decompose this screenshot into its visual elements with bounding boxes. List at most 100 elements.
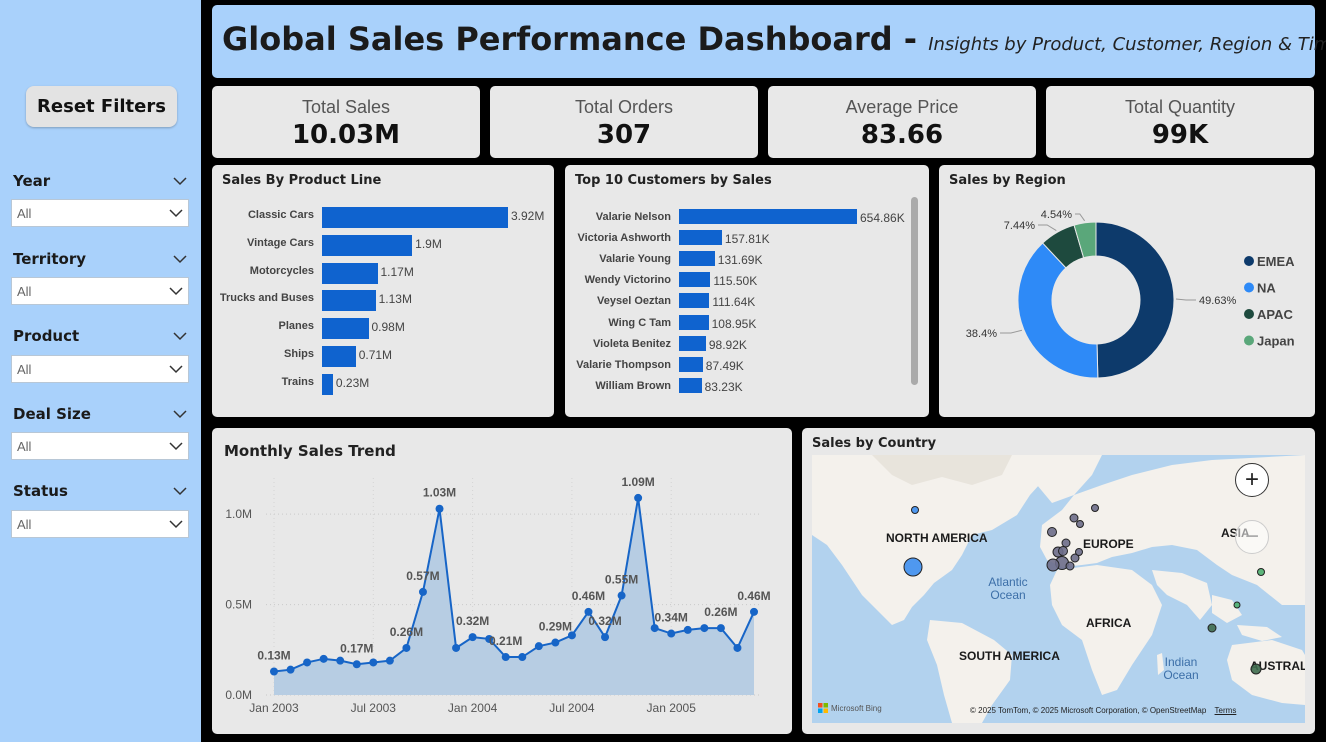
x-tick-label: Jan 2004 [448, 701, 498, 715]
trend-point [700, 624, 709, 633]
chevron-down-icon[interactable] [171, 407, 189, 421]
trend-data-label: 1.03M [423, 486, 456, 500]
filter-label-deal-size: Deal Size [13, 405, 91, 423]
bar-category-label: Veysel Oeztan [597, 295, 671, 308]
country-map-panel: Sales by Country NORTH AMERICA EUROPE AF… [802, 428, 1315, 734]
bar-category-label: Valarie Young [599, 253, 671, 266]
chart-title: Top 10 Customers by Sales [575, 173, 772, 188]
trend-data-label: 0.46M [737, 589, 770, 603]
bar[interactable] [679, 335, 706, 351]
bar-value-label: 0.71M [358, 348, 393, 362]
trend-point [303, 658, 312, 667]
x-tick-label: Jul 2004 [549, 701, 595, 715]
region-chart-panel: Sales by Region 49.63% 38.4% 7.44% 4.54% EME… [939, 165, 1315, 417]
trend-data-label: 0.21M [489, 634, 522, 648]
trend-data-label: 0.26M [390, 625, 423, 639]
bar[interactable] [679, 230, 722, 246]
filter-label-product: Product [13, 327, 80, 345]
bar[interactable] [679, 293, 710, 309]
country-bubble [1233, 601, 1241, 609]
trend-point [683, 625, 692, 634]
bar[interactable] [679, 356, 703, 372]
bar[interactable] [679, 377, 702, 393]
leader-line [1075, 213, 1086, 222]
bar-category-label: Vintage Cars [246, 236, 314, 249]
kpi-value: 99K [1151, 120, 1209, 150]
chart-title: Sales by Country [812, 436, 937, 451]
chevron-down-icon[interactable] [171, 484, 189, 498]
bar[interactable] [322, 234, 413, 256]
trend-data-label: 1.09M [621, 475, 654, 489]
kpi-label: Total Orders [574, 97, 674, 117]
bar-value-label: 654.86K [860, 211, 905, 225]
country-bubble [1257, 568, 1265, 576]
bar-category-label: Valarie Thompson [576, 358, 671, 371]
filter-label-year: Year [13, 172, 51, 190]
bar-value-label: 0.23M [335, 375, 370, 390]
microsoft-logo-icon [818, 703, 828, 713]
deal-size-dropdown[interactable]: All [11, 432, 189, 460]
y-tick-label: 0.0M [225, 688, 252, 702]
reset-filters-button[interactable]: Reset Filters [26, 86, 177, 127]
bar[interactable] [679, 209, 857, 224]
product-line-chart-panel: Sales By Product Line Classic Cars 3.92M V… [212, 165, 554, 417]
trend-point [402, 643, 411, 652]
slice-value-label: 4.54% [1041, 209, 1072, 221]
trend-point [418, 587, 427, 596]
bar[interactable] [322, 373, 333, 395]
attribution-text[interactable]: © 2025 TomTom, © 2025 Microsoft Corporat… [970, 706, 1206, 715]
bar[interactable] [679, 251, 715, 267]
bar[interactable] [679, 314, 709, 330]
x-tick-label: Jan 2005 [647, 701, 697, 715]
bar-category-label: Valarie Nelson [595, 211, 671, 223]
chevron-down-icon[interactable] [171, 329, 189, 343]
kpi-label: Average Price [845, 97, 959, 117]
country-bubble [1046, 558, 1060, 572]
year-dropdown[interactable]: All [11, 199, 189, 227]
chevron-down-icon [169, 209, 183, 218]
bar[interactable] [322, 318, 369, 340]
bar-category-label: Trucks and Buses [219, 292, 314, 305]
scrollbar-thumb[interactable] [911, 197, 918, 385]
country-bubble [1250, 663, 1262, 675]
territory-dropdown[interactable]: All [11, 277, 189, 305]
product-dropdown[interactable]: All [11, 355, 189, 383]
minus-icon: − [1244, 523, 1259, 550]
donut-slice [1017, 242, 1099, 379]
page-subtitle: Insights by Product, Customer, Region & … [928, 34, 1326, 55]
y-tick-label: 1.0M [225, 507, 252, 521]
status-dropdown[interactable]: All [11, 510, 189, 538]
country-bubble [1069, 513, 1079, 523]
bar[interactable] [322, 207, 508, 228]
filter-label-status: Status [13, 482, 68, 500]
chevron-down-icon [169, 520, 183, 529]
trend-point [634, 493, 643, 502]
bar[interactable] [322, 346, 356, 367]
country-bubble [1058, 546, 1068, 556]
country-bubbles [903, 504, 1265, 675]
country-bubble [1091, 504, 1099, 512]
trend-point [352, 660, 361, 669]
country-bubble [1047, 527, 1057, 537]
chart-title: Sales By Product Line [222, 173, 382, 188]
bing-logo: Microsoft Bing [818, 703, 882, 713]
chevron-down-icon[interactable] [171, 252, 189, 266]
bar[interactable] [679, 272, 711, 288]
terms-link[interactable]: Terms [1215, 706, 1237, 715]
country-bubble [1061, 538, 1071, 548]
chevron-down-icon[interactable] [171, 174, 189, 188]
world-map[interactable]: NORTH AMERICA EUROPE ASIA AFRICA SOUTH A… [812, 455, 1305, 723]
zoom-out-button[interactable]: − [1235, 520, 1269, 554]
trend-data-label: 0.29M [539, 620, 572, 634]
kpi-label: Total Sales [301, 97, 391, 117]
trend-data-label: 0.34M [655, 611, 688, 625]
x-tick-label: Jul 2003 [351, 701, 397, 715]
trend-data-label: 0.32M [588, 614, 621, 628]
bar-value-label: 157.81K [724, 232, 770, 247]
bar[interactable] [322, 290, 376, 312]
bar[interactable] [322, 262, 378, 284]
zoom-in-button[interactable]: + [1235, 463, 1269, 497]
trend-data-label: 0.32M [456, 614, 489, 628]
trend-data-label: 0.57M [406, 569, 439, 583]
trend-point [452, 643, 461, 652]
